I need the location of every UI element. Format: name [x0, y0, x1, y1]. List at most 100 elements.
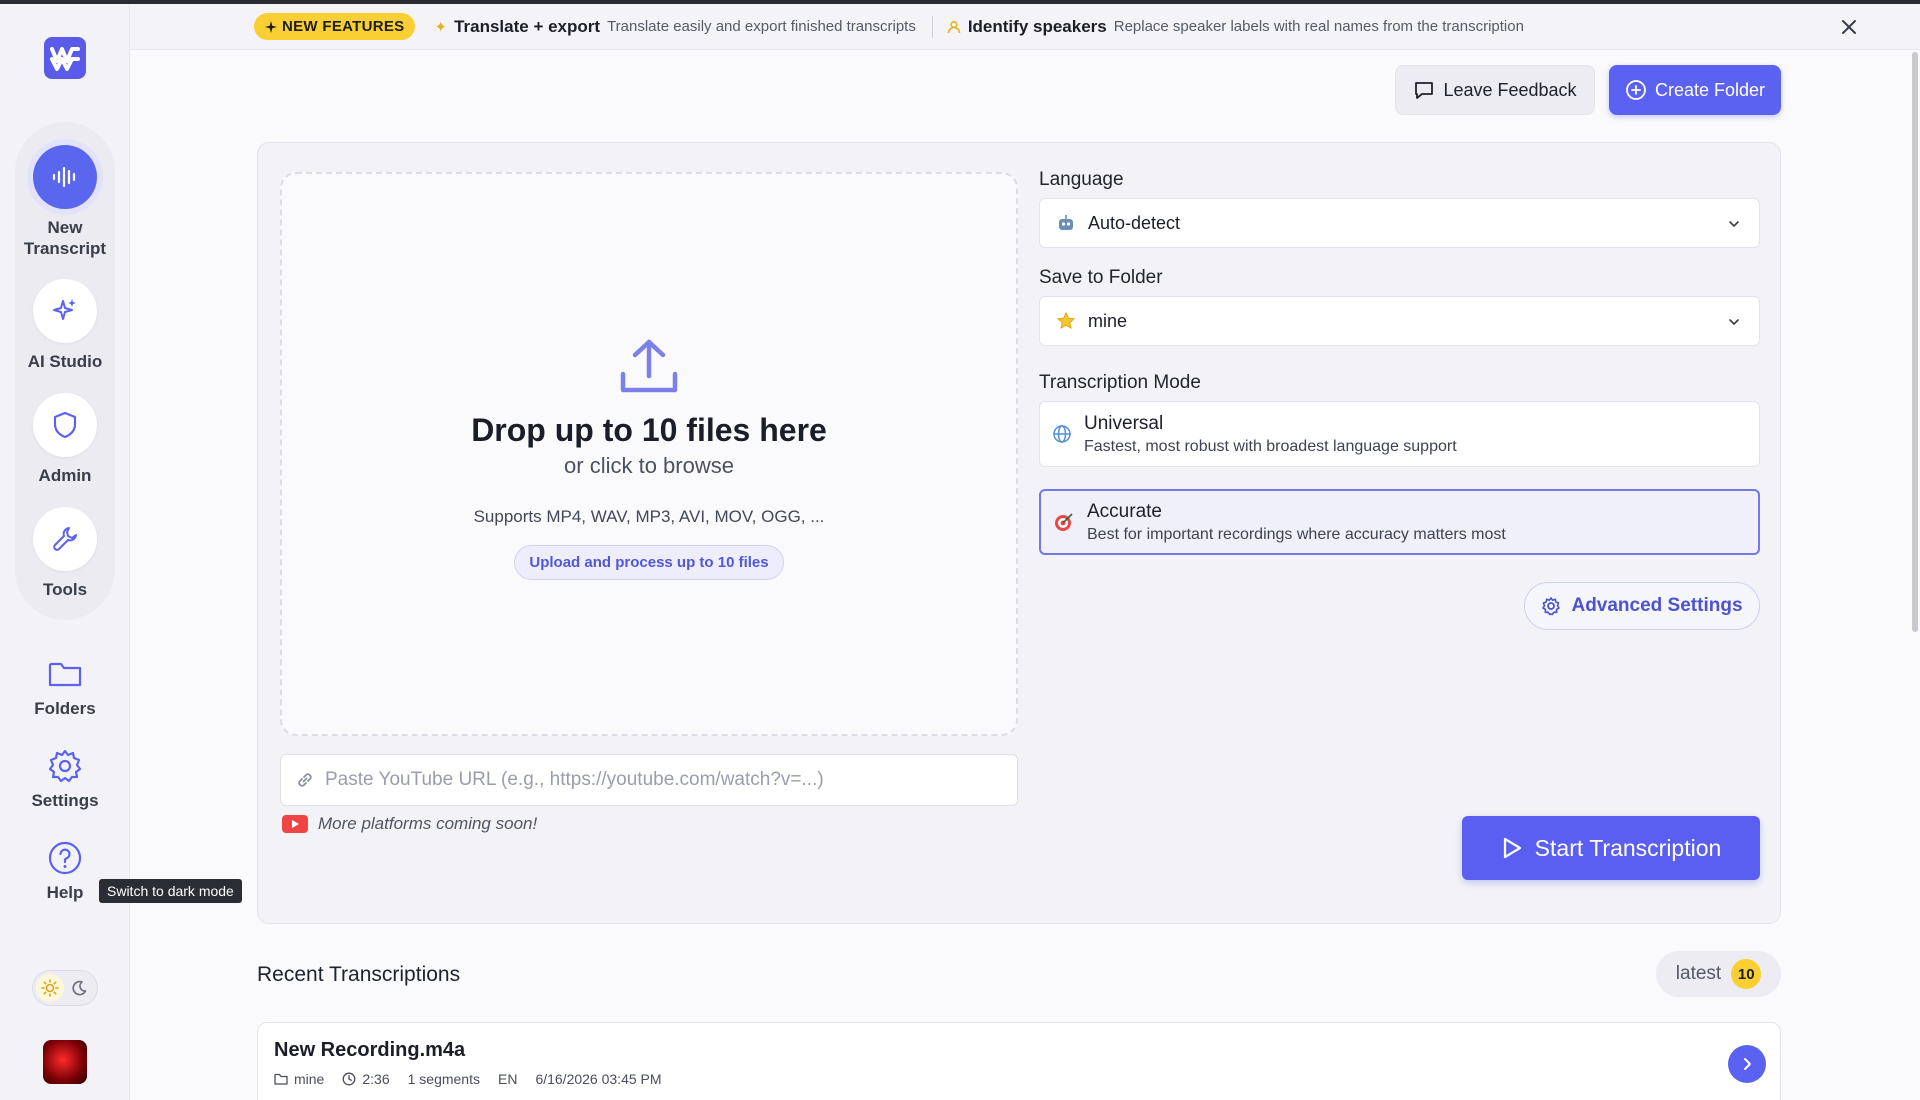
tooltip: Switch to dark mode [99, 879, 242, 903]
sparkle-icon: ✦ [434, 18, 448, 36]
sort-latest-toggle[interactable]: latest 10 [1656, 951, 1781, 997]
divider [931, 15, 933, 38]
feature-title: Translate + export [454, 16, 601, 36]
meta-folder-value: mine [294, 1071, 325, 1087]
feature-desc: Translate easily and export finished tra… [607, 18, 916, 35]
platforms-note-text: More platforms coming soon! [318, 814, 538, 833]
sidebar-item-ai-studio[interactable]: AI Studio [0, 279, 130, 372]
leave-feedback-button[interactable]: Leave Feedback [1395, 65, 1595, 115]
scrollbar[interactable] [1912, 52, 1918, 632]
mode-desc: Fastest, most robust with broadest langu… [1084, 437, 1457, 455]
app-logo[interactable] [44, 37, 86, 79]
close-icon[interactable] [1838, 16, 1860, 38]
feature-desc: Replace speaker labels with real names f… [1113, 18, 1524, 35]
folder-icon [47, 658, 83, 690]
recent-transcriptions-title: Recent Transcriptions [257, 963, 461, 986]
chevron-down-icon [1727, 315, 1741, 329]
folder-label: Save to Folder [1039, 267, 1163, 288]
star-icon [1056, 311, 1076, 331]
sidebar-item-admin[interactable]: Admin [0, 393, 130, 486]
play-icon [1501, 836, 1523, 860]
feature-banner: NEW FEATURES ✦ Translate + export Transl… [130, 4, 1920, 50]
sort-label: latest [1675, 963, 1722, 984]
button-label: Create Folder [1654, 79, 1766, 100]
avatar[interactable] [43, 1040, 87, 1084]
meta-language: EN [497, 1071, 518, 1087]
globe-icon [1052, 424, 1072, 444]
meta-duration: 2:36 [342, 1071, 390, 1087]
nav-icon-wrap[interactable] [33, 838, 97, 878]
folder-select[interactable]: mine [1039, 296, 1760, 346]
meta-segments: 1 segments [407, 1071, 480, 1087]
transcript-name: New Recording.m4a [274, 1039, 466, 1061]
robot-icon [1056, 213, 1076, 233]
youtube-icon [282, 815, 308, 833]
youtube-url-input[interactable] [325, 769, 985, 791]
nav-circle[interactable] [33, 279, 97, 343]
mode-title: Accurate [1087, 500, 1162, 522]
count-badge: 10 [1731, 959, 1762, 989]
user-icon [947, 20, 961, 34]
youtube-url-field[interactable] [280, 754, 1018, 806]
upload-icon [617, 334, 681, 398]
clock-icon [342, 1072, 356, 1086]
sidebar-item-label: Folders [34, 699, 96, 718]
sidebar-item-label: New Transcript [23, 218, 107, 258]
sidebar-item-folders[interactable]: Folders [0, 654, 130, 719]
nav-circle[interactable] [33, 507, 97, 571]
sidebar-item-tools[interactable]: Tools [0, 507, 130, 600]
nav-circle[interactable] [33, 393, 97, 457]
mode-desc: Best for important recordings where accu… [1087, 525, 1506, 543]
link-icon [295, 770, 315, 790]
gear-icon [47, 748, 83, 784]
theme-toggle[interactable] [32, 970, 98, 1006]
sidebar-item-label: Settings [31, 791, 99, 810]
gear-icon [1541, 596, 1561, 616]
chevron-down-icon [1727, 217, 1741, 231]
plus-circle-icon [1625, 79, 1647, 101]
sidebar-item-settings[interactable]: Settings [0, 746, 130, 811]
folder-icon [274, 1072, 288, 1086]
sidebar-item-label: Help [46, 883, 84, 902]
file-dropzone[interactable]: Drop up to 10 files here or click to bro… [280, 172, 1018, 736]
feature-translate-export[interactable]: ✦ Translate + export Translate easily an… [435, 17, 916, 37]
transcript-meta: mine 2:36 1 segments EN 6/16/2026 03:45 … [274, 1071, 662, 1087]
list-item[interactable]: New Recording.m4a mine 2:36 1 segments E… [257, 1022, 1781, 1100]
upload-chip[interactable]: Upload and process up to 10 files [514, 545, 784, 580]
platforms-note: More platforms coming soon! [282, 814, 537, 834]
target-icon [1053, 511, 1075, 533]
dropzone-title: Drop up to 10 files here [471, 412, 827, 448]
advanced-settings-button[interactable]: Advanced Settings [1524, 582, 1760, 630]
meta-duration-value: 2:36 [362, 1071, 390, 1087]
supported-formats: Supports MP4, WAV, MP3, AVI, MOV, OGG, .… [473, 507, 825, 526]
feature-identify-speakers[interactable]: Identify speakers Replace speaker labels… [947, 17, 1524, 37]
language-select[interactable]: Auto-detect [1039, 198, 1760, 248]
button-label: Start Transcription [1534, 834, 1722, 861]
wrench-icon [50, 524, 80, 554]
mode-universal[interactable]: Universal Fastest, most robust with broa… [1039, 401, 1760, 467]
sidebar-item-label: Tools [42, 580, 88, 599]
mode-accurate[interactable]: Accurate Best for important recordings w… [1039, 489, 1760, 555]
meta-date: 6/16/2026 03:45 PM [535, 1071, 662, 1087]
sidebar-item-label: AI Studio [27, 352, 103, 371]
language-value: Auto-detect [1088, 212, 1181, 233]
new-features-badge[interactable]: NEW FEATURES [254, 13, 415, 40]
sidebar-item-label: Admin [38, 466, 92, 485]
nav-icon-wrap[interactable] [33, 654, 97, 694]
transcription-mode-label: Transcription Mode [1039, 372, 1201, 393]
button-label: Advanced Settings [1571, 595, 1743, 616]
language-label: Language [1039, 169, 1124, 190]
feature-title: Identify speakers [967, 16, 1107, 36]
nav-circle[interactable] [33, 145, 97, 209]
start-transcription-button[interactable]: Start Transcription [1462, 816, 1760, 880]
open-transcript-button[interactable] [1728, 1045, 1766, 1083]
folder-value: mine [1088, 310, 1128, 331]
nav-icon-wrap[interactable] [33, 746, 97, 786]
sparkle-icon [50, 296, 80, 326]
shield-icon [51, 410, 79, 440]
create-folder-button[interactable]: Create Folder [1609, 65, 1781, 115]
chat-icon [1413, 79, 1435, 101]
mode-text: Accurate Best for important recordings w… [1087, 501, 1506, 544]
sidebar-item-new-transcript[interactable]: New Transcript [0, 145, 130, 259]
sun-icon [36, 974, 64, 1002]
